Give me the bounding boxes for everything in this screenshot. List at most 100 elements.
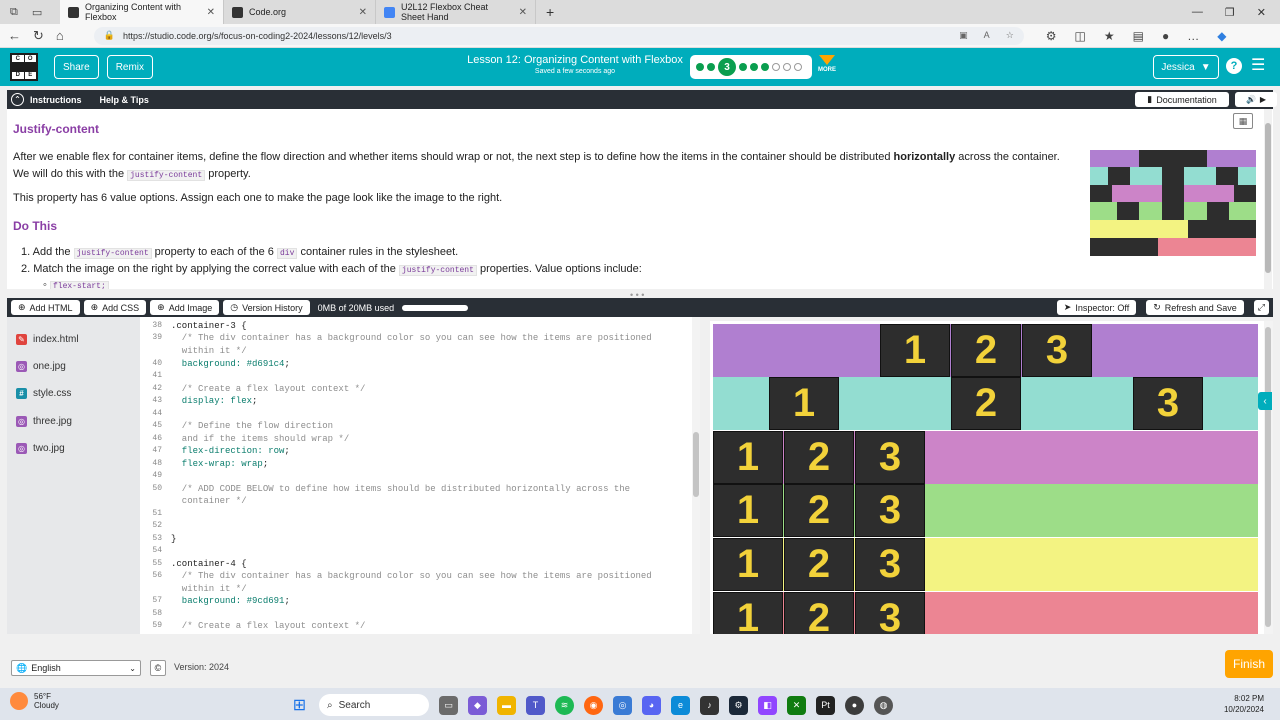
add-html-button[interactable]: ⊕ Add HTML — [11, 300, 80, 315]
close-tab-icon[interactable]: ✕ — [359, 7, 367, 18]
close-tab-icon[interactable]: ✕ — [207, 7, 215, 18]
documentation-button[interactable]: ▮ Documentation — [1135, 92, 1229, 107]
speaker-icon[interactable]: 🔊 — [1246, 95, 1256, 104]
steam-icon[interactable]: ⚙ — [729, 695, 748, 715]
collapse-chevron-icon[interactable]: ⌃ — [11, 93, 24, 106]
pt-app-icon[interactable]: Pt — [816, 695, 835, 715]
label: Version History — [242, 302, 303, 313]
level-dot[interactable] — [707, 63, 715, 71]
share-button[interactable]: Share — [54, 55, 99, 79]
language-select[interactable]: 🌐 English ⌄ — [11, 660, 141, 676]
browser-tab[interactable]: Code.org ✕ — [224, 0, 376, 24]
copilot-icon[interactable]: ◆ — [468, 695, 487, 715]
editor-scrollbar[interactable] — [692, 317, 700, 634]
obs-icon[interactable]: ◍ — [874, 695, 893, 715]
tab-help-tips[interactable]: Help & Tips — [100, 95, 149, 105]
finish-button[interactable]: Finish — [1225, 650, 1273, 678]
home-icon[interactable]: ⌂ — [56, 28, 64, 43]
preview-scrollbar[interactable] — [1264, 321, 1273, 634]
inspector-toggle[interactable]: ➤ Inspector: Off — [1056, 300, 1137, 315]
read-aloud-icon[interactable]: A — [984, 30, 990, 41]
xbox-icon[interactable]: ✕ — [787, 695, 806, 715]
file-item-index-html[interactable]: ✎ index.html — [16, 334, 79, 345]
firefox-icon[interactable]: ◉ — [584, 695, 603, 715]
version-history-button[interactable]: ◷ Version History — [223, 300, 310, 315]
windows-start-icon[interactable]: ⊞ — [290, 696, 309, 715]
profile-icon[interactable]: ● — [1162, 29, 1169, 43]
app-available-icon[interactable]: ▣ — [959, 30, 968, 41]
discord-icon[interactable]: ◕ — [642, 695, 661, 715]
copyright-button[interactable]: © — [150, 660, 166, 676]
code-editor[interactable]: 38 39 40 41 42 43 44 45 46 47 48 49 50 5… — [140, 317, 700, 634]
app-icon[interactable]: ◧ — [758, 695, 777, 715]
current-level-bubble[interactable]: 3 — [718, 58, 736, 76]
app-icon[interactable]: ◎ — [613, 695, 632, 715]
logo-letter: C — [12, 55, 24, 63]
logo-letter: E — [24, 71, 36, 79]
taskbar-search[interactable]: ⌕ Search — [319, 694, 429, 716]
text: Add the — [32, 246, 74, 258]
file-explorer-icon[interactable]: ▬ — [497, 695, 516, 715]
user-menu[interactable]: Jessica ▼ — [1153, 55, 1219, 79]
level-dot[interactable] — [794, 63, 802, 71]
taskbar-apps: ⊞ ⌕ Search ▭ ◆ ▬ T ≋ ◉ ◎ ◕ e ♪ ⚙ ◧ ✕ Pt … — [290, 694, 893, 716]
workspaces-icon[interactable]: ⧉ — [10, 6, 18, 19]
tab-actions-icon[interactable]: ▭ — [32, 6, 42, 19]
edge-icon[interactable]: e — [671, 695, 690, 715]
instructions-scrollbar[interactable] — [1264, 109, 1272, 289]
new-tab-icon[interactable]: + — [546, 4, 554, 20]
system-clock[interactable]: 8:02 PM 10/20/2024 — [1210, 693, 1264, 715]
weather-widget[interactable]: 56°F Cloudy — [10, 692, 59, 710]
file-item-three-jpg[interactable]: ◎ three.jpg — [16, 416, 72, 427]
extensions-icon[interactable]: ⚙ — [1046, 29, 1057, 43]
favorite-star-icon[interactable]: ☆ — [1006, 30, 1014, 41]
preview-row: 1 2 3 — [713, 377, 1258, 430]
level-dot[interactable] — [739, 63, 747, 71]
codeorg-logo[interactable]: C O D E — [10, 53, 38, 81]
spotify-icon[interactable]: ≋ — [555, 695, 574, 715]
level-dot[interactable] — [750, 63, 758, 71]
browser-tab[interactable]: U2L12 Flexbox Cheat Sheet Hand ✕ — [376, 0, 536, 24]
add-image-button[interactable]: ⊕ Add Image — [150, 300, 220, 315]
maximize-icon[interactable]: ❐ — [1225, 6, 1235, 19]
tab-instructions[interactable]: Instructions — [30, 95, 82, 105]
url-field[interactable]: 🔒 https://studio.code.org/s/focus-on-cod… — [93, 26, 1024, 45]
teams-icon[interactable]: T — [526, 695, 545, 715]
hamburger-menu-icon[interactable]: ☰ — [1251, 58, 1265, 74]
play-icon[interactable]: ▶ — [1260, 95, 1266, 104]
audio-controls[interactable]: 🔊 ▶ — [1235, 92, 1277, 107]
chevron-left-icon[interactable]: ‹ — [1258, 392, 1272, 410]
add-css-button[interactable]: ⊕ Add CSS — [83, 300, 147, 315]
favorites-icon[interactable]: ★ — [1104, 29, 1115, 43]
close-window-icon[interactable]: ✕ — [1257, 6, 1266, 19]
instruction-paragraph: After we enable flex for container items… — [13, 149, 1073, 184]
help-icon[interactable]: ? — [1226, 58, 1242, 74]
file-item-one-jpg[interactable]: ◎ one.jpg — [16, 361, 66, 372]
refresh-save-button[interactable]: ↻ Refresh and Save — [1146, 300, 1244, 315]
collections-icon[interactable]: ▤ — [1133, 29, 1144, 43]
back-icon[interactable]: ← — [8, 28, 21, 43]
level-dot[interactable] — [761, 63, 769, 71]
file-item-two-jpg[interactable]: ◎ two.jpg — [16, 443, 65, 454]
more-levels-button[interactable]: MORE — [817, 55, 837, 73]
temperature: 56°F — [34, 692, 51, 701]
task-view-icon[interactable]: ▭ — [439, 695, 458, 715]
music-icon[interactable]: ♪ — [700, 695, 719, 715]
close-tab-icon[interactable]: ✕ — [519, 7, 527, 18]
fullscreen-icon[interactable]: ⤢ — [1253, 300, 1269, 315]
level-dot[interactable] — [772, 63, 780, 71]
split-screen-icon[interactable]: ◫ — [1075, 29, 1086, 43]
app-icon[interactable]: ● — [845, 695, 864, 715]
file-item-style-css[interactable]: # style.css — [16, 388, 71, 399]
reload-icon[interactable]: ↻ — [33, 28, 44, 44]
more-options-icon[interactable]: … — [1187, 29, 1199, 43]
lesson-title[interactable]: Lesson 12: Organizing Content with Flexb… — [430, 54, 720, 66]
level-dot[interactable] — [696, 63, 704, 71]
copilot-icon[interactable]: ◆ — [1217, 29, 1226, 43]
browser-tab-active[interactable]: Organizing Content with Flexbox ✕ — [60, 0, 224, 24]
remix-button[interactable]: Remix — [106, 55, 154, 79]
image-tile: 2 — [784, 484, 854, 537]
minimize-icon[interactable]: — — [1192, 6, 1203, 19]
immersive-reader-icon[interactable]: ▦ — [1233, 113, 1253, 129]
level-dot[interactable] — [783, 63, 791, 71]
